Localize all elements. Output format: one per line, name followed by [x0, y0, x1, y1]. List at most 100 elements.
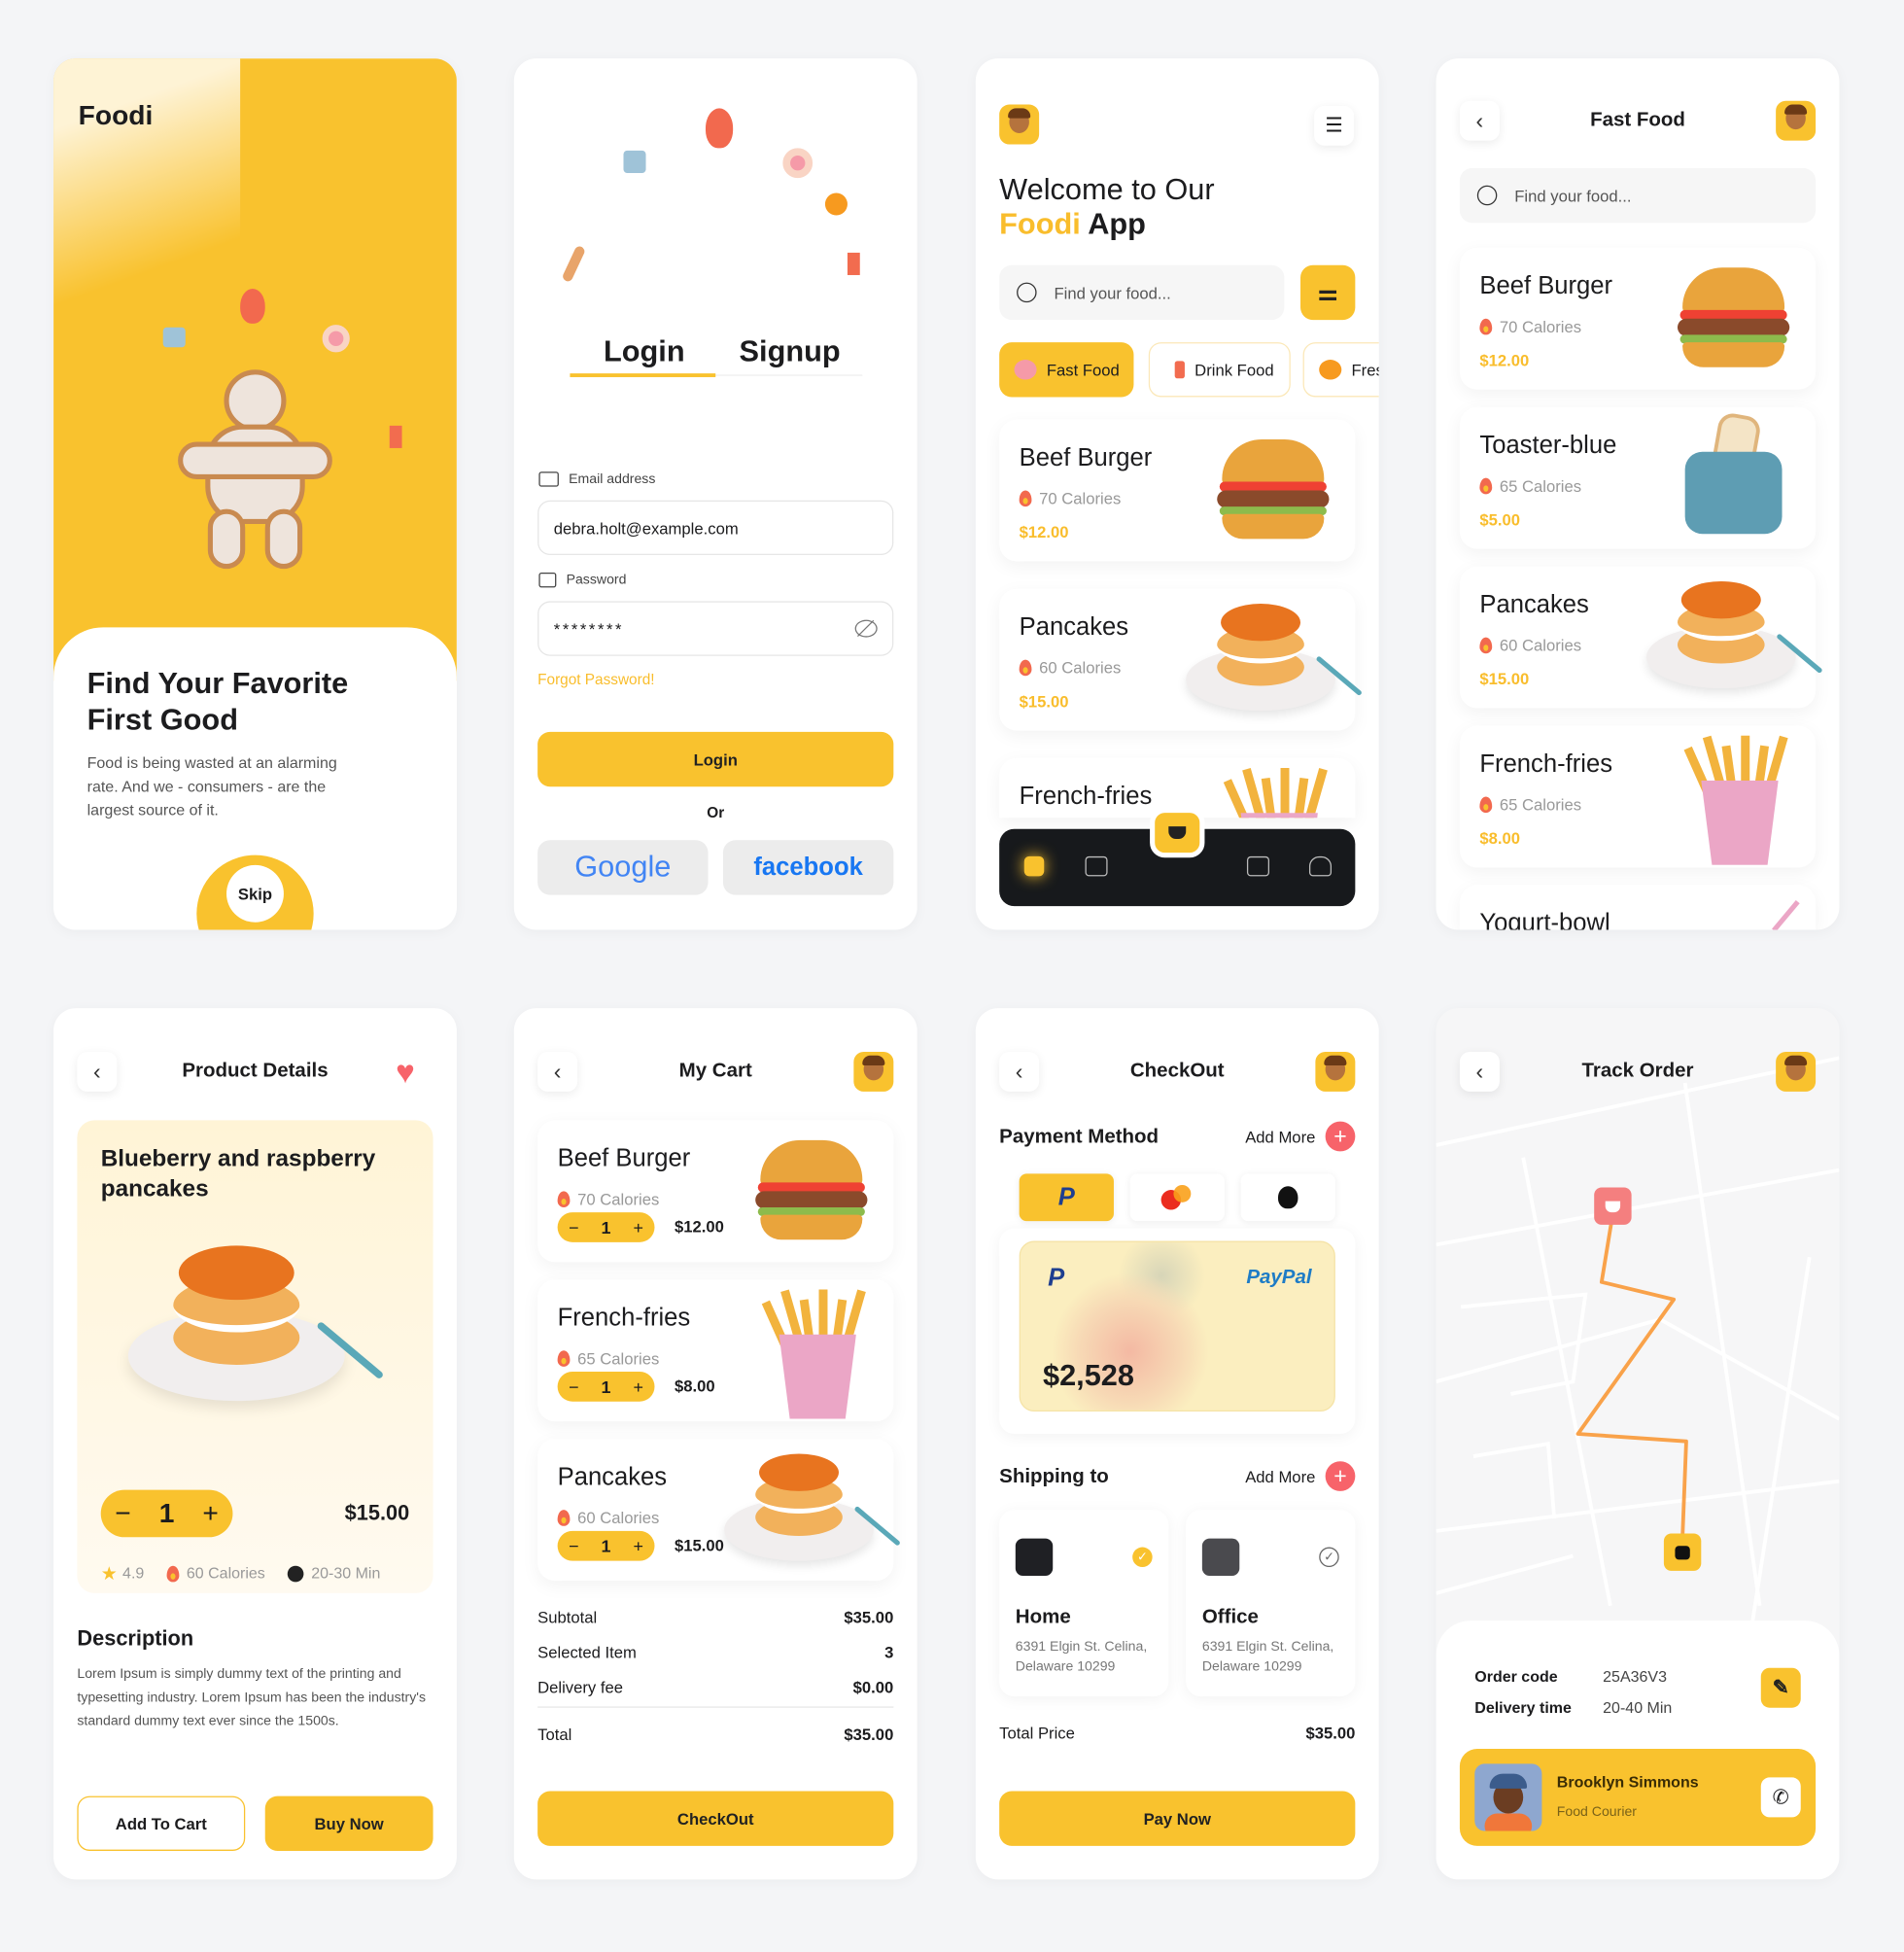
home-pin-icon[interactable]: [1663, 1533, 1702, 1571]
minus-button[interactable]: −: [115, 1497, 130, 1529]
minus-button[interactable]: −: [569, 1217, 578, 1237]
courier-name: Brooklyn Simmons: [1556, 1773, 1699, 1792]
map[interactable]: [1436, 1008, 1840, 1656]
buy-now-button[interactable]: Buy Now: [264, 1795, 433, 1851]
login-button[interactable]: Login: [537, 731, 894, 787]
food-name: French-fries: [1479, 750, 1613, 779]
food-calories: 65 Calories: [557, 1349, 659, 1368]
selected-check-icon[interactable]: ✓: [1132, 1547, 1153, 1568]
quantity-stepper: −1 +: [100, 1489, 233, 1538]
apple-icon: [1277, 1186, 1298, 1209]
courier-avatar: [1474, 1763, 1542, 1831]
flame-icon: [557, 1191, 571, 1207]
add-to-cart-button[interactable]: Add To Cart: [77, 1795, 246, 1851]
unselected-check-icon[interactable]: ✓: [1319, 1547, 1339, 1568]
call-phone-icon[interactable]: ✆: [1760, 1777, 1801, 1818]
cart-screen: ‹ My Cart Beef Burger 70 Calories −1 + $12…: [513, 1008, 917, 1880]
edit-pencil-icon[interactable]: ✎: [1760, 1667, 1801, 1708]
flame-icon: [1479, 477, 1493, 495]
courier-card: Brooklyn Simmons Food Courier ✆: [1459, 1748, 1817, 1846]
nav-book-icon[interactable]: [1085, 855, 1108, 877]
plus-button[interactable]: +: [634, 1377, 643, 1396]
avatar[interactable]: [1315, 1051, 1356, 1092]
food-item-card[interactable]: French-fries 65 Calories − 1 + $8.00: [537, 1279, 894, 1422]
food-item-card[interactable]: Pancakes 60 Calories $15.00: [999, 588, 1363, 731]
menu-icon[interactable]: ☰: [1314, 105, 1355, 146]
checkout-screen: ‹ CheckOut Payment Method Add More + P P …: [975, 1008, 1379, 1880]
tab-login[interactable]: Login: [604, 334, 685, 369]
password-field[interactable]: ********: [537, 601, 894, 656]
category-chip[interactable]: Fast Food: [999, 342, 1134, 398]
avatar[interactable]: [999, 104, 1040, 145]
quantity-stepper: −1 +: [557, 1530, 655, 1561]
summary-row: Subtotal $35.00: [537, 1608, 894, 1627]
track-order-screen: ‹ Track Order Order code 25A36V3 Delivery…: [1436, 1008, 1840, 1880]
food-item-card[interactable]: Pancakes 60 Calories $15.00: [1459, 566, 1823, 709]
food-price: $5.00: [1479, 509, 1521, 530]
email-field[interactable]: debra.holt@example.com: [537, 500, 894, 556]
search-input[interactable]: Find your food...: [999, 264, 1285, 321]
food-name: Yogurt-bowl: [1479, 909, 1610, 930]
payment-option-paypal[interactable]: P: [1019, 1173, 1114, 1222]
food-price: $12.00: [1019, 522, 1069, 541]
nav-bell-icon[interactable]: [1308, 855, 1333, 877]
flame-icon: [1019, 490, 1032, 507]
address-card[interactable]: ✓ Home 6391 Elgin St. Celina, Delaware 1…: [999, 1510, 1169, 1697]
onboarding-title: Find Your Favorite First Good: [87, 667, 349, 737]
avatar[interactable]: [853, 1051, 894, 1092]
google-login-button[interactable]: Google: [537, 840, 709, 895]
add-address-button[interactable]: Add More +: [1245, 1461, 1356, 1491]
search-icon: [1476, 185, 1498, 206]
category-chip[interactable]: Drink Food: [1148, 342, 1291, 398]
food-price: $8.00: [674, 1377, 715, 1396]
restaurant-pin-icon[interactable]: [1594, 1187, 1632, 1225]
category-icon: [1174, 361, 1185, 379]
quantity-value: 1: [601, 1217, 611, 1237]
favorite-heart-icon[interactable]: ♥: [396, 1056, 415, 1088]
food-item-card[interactable]: Beef Burger 70 Calories $12.00: [999, 419, 1356, 562]
forgot-password-link[interactable]: Forgot Password!: [537, 671, 654, 688]
address-card[interactable]: ✓ Office 6391 Elgin St. Celina, Delaware…: [1186, 1510, 1356, 1697]
food-item-card[interactable]: Beef Burger 70 Calories − 1 + $12.00: [537, 1120, 894, 1263]
fries-image: [1683, 731, 1795, 868]
food-price: $8.00: [1479, 828, 1521, 848]
avatar[interactable]: [1776, 100, 1817, 141]
eye-off-icon[interactable]: [854, 619, 878, 638]
nav-basket-button[interactable]: [1150, 807, 1205, 858]
skip-button[interactable]: Skip: [226, 864, 284, 923]
food-item-card[interactable]: Beef Burger 70 Calories $12.00: [1459, 247, 1817, 390]
food-item-card[interactable]: Toaster-blue 65 Calories $5.00: [1459, 406, 1817, 549]
minus-button[interactable]: −: [569, 1536, 578, 1555]
flame-icon: [1479, 318, 1493, 335]
paypal-card[interactable]: P PayPal $2,528: [1019, 1240, 1335, 1412]
food-item-card[interactable]: Yogurt-bowl: [1459, 885, 1817, 930]
pay-now-button[interactable]: Pay Now: [999, 1791, 1356, 1846]
tab-indicator: [570, 373, 716, 377]
food-item-card[interactable]: French-fries 65 Calories $8.00: [1459, 725, 1817, 868]
facebook-login-button[interactable]: facebook: [722, 840, 894, 895]
pancakes-image: [1645, 576, 1823, 701]
flame-decoration: [240, 289, 265, 324]
plus-button[interactable]: +: [634, 1217, 643, 1237]
food-price: $15.00: [674, 1536, 724, 1555]
add-payment-button[interactable]: Add More +: [1245, 1121, 1356, 1152]
nav-bookmark-icon[interactable]: [1246, 855, 1270, 877]
payment-option-apple-pay[interactable]: [1240, 1173, 1335, 1222]
food-item-card[interactable]: Pancakes 60 Calories − 1 + $15.00: [537, 1439, 901, 1582]
card-balance: $2,528: [1042, 1359, 1134, 1393]
donut-decoration: [782, 148, 814, 179]
plus-button[interactable]: +: [634, 1536, 643, 1555]
nav-home-icon[interactable]: [1023, 855, 1045, 877]
checkout-button[interactable]: CheckOut: [537, 1791, 894, 1846]
lock-icon: [538, 572, 557, 588]
avatar[interactable]: [1776, 1051, 1817, 1092]
churro-decoration: [561, 244, 587, 284]
pancakes-image: [127, 1238, 385, 1402]
search-input[interactable]: Find your food...: [1459, 167, 1817, 224]
filter-button[interactable]: ⚌: [1300, 264, 1356, 321]
category-chip[interactable]: Fresh: [1302, 342, 1379, 398]
payment-option-mastercard[interactable]: [1129, 1173, 1225, 1222]
tab-signup[interactable]: Signup: [740, 334, 841, 369]
plus-button[interactable]: +: [202, 1497, 218, 1529]
minus-button[interactable]: −: [569, 1377, 578, 1396]
